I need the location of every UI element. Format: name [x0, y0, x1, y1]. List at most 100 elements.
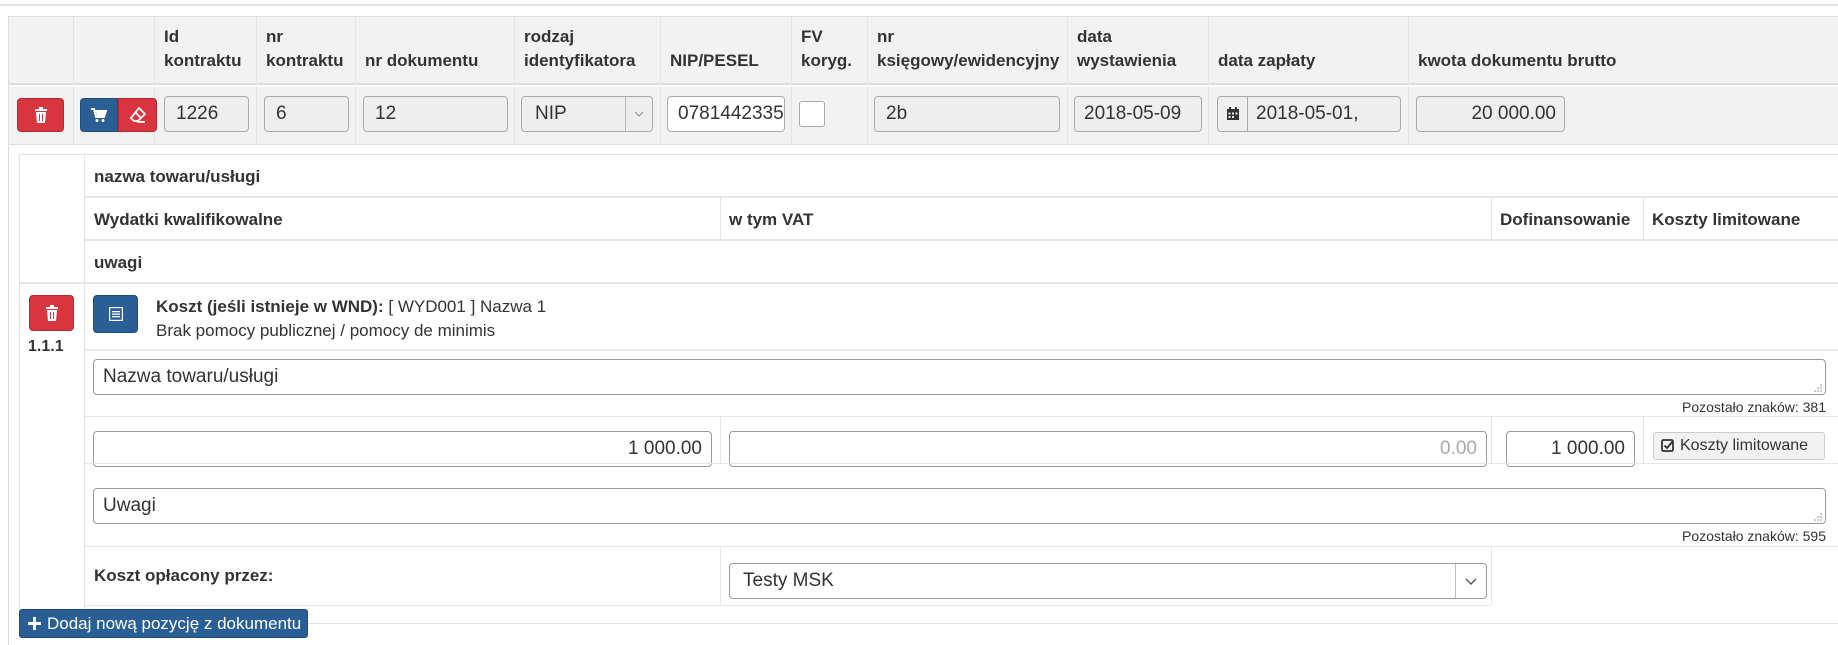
- rodzaj-identyfikatora-select[interactable]: NIP: [521, 96, 653, 132]
- divider: [84, 605, 1491, 606]
- subheader-uwagi: uwagi: [94, 253, 143, 272]
- divider: [84, 416, 1838, 417]
- divider: [1491, 198, 1492, 239]
- koszty-limitowane-label: Koszty limitowane: [1680, 437, 1809, 454]
- data-zaplaty-field[interactable]: 2018-05-01,: [1247, 96, 1401, 132]
- nr-kontraktu-field[interactable]: 6: [264, 96, 349, 132]
- row-cell-data-wyst: 2018-05-09: [1068, 87, 1209, 145]
- header-actions-1: [9, 17, 74, 85]
- check-square-icon: [1661, 439, 1674, 452]
- divider: [84, 349, 1838, 351]
- trash-icon: [34, 107, 47, 123]
- subheader-dofinansowanie: Dofinansowanie: [1500, 210, 1631, 229]
- header-kwota-brutto: kwota dokumentu brutto: [1418, 51, 1617, 70]
- fv-koryg-checkbox[interactable]: [799, 101, 825, 127]
- item-details-button[interactable]: [93, 295, 138, 333]
- id-kontraktu-field[interactable]: 1226: [164, 96, 249, 132]
- divider: [720, 198, 721, 239]
- cart-button[interactable]: [80, 98, 118, 132]
- wydatki-kwalifikowalne-field[interactable]: 1 000.00: [93, 431, 712, 467]
- koszt-oplacony-label: Koszt opłacony przez:: [94, 566, 274, 585]
- divider: [84, 155, 85, 623]
- chevron-down-icon: [1455, 564, 1486, 598]
- subheader-wydatki: Wydatki kwalifikowalne: [94, 210, 283, 229]
- dofinansowanie-field[interactable]: 1 000.00: [1506, 431, 1635, 467]
- row-cell-rodzaj: NIP: [515, 87, 661, 145]
- header-data-zaplaty: data zapłaty: [1209, 17, 1409, 85]
- clear-button[interactable]: [118, 98, 157, 132]
- divider: [20, 282, 1838, 284]
- divider: [84, 546, 1838, 547]
- add-item-label: Dodaj nową pozycję z dokumentu: [47, 613, 302, 633]
- row-cell-nr-dokumentu: 12: [356, 87, 515, 145]
- row-cell-nip: 0781442335: [661, 87, 792, 145]
- koszt-label: Koszt (jeśli istnieje w WND):: [156, 297, 384, 316]
- subheader-vat: w tym VAT: [729, 210, 814, 229]
- divider: [1643, 417, 1644, 463]
- nazwa-placeholder: Nazwa towaru/usługi: [103, 366, 279, 387]
- row-cell-delete: [9, 87, 74, 145]
- divider: [84, 239, 1838, 241]
- document-row: 1226 6 12 NIP 0781442335 2b 2018-05-09 2…: [9, 87, 1838, 145]
- top-strip: [0, 0, 1838, 6]
- add-item-button[interactable]: Dodaj nową pozycję z dokumentu: [19, 609, 308, 638]
- divider: [1491, 417, 1492, 463]
- divider: [720, 417, 721, 463]
- koszty-limitowane-button[interactable]: Koszty limitowane: [1653, 432, 1825, 460]
- header-nr-dokumentu: nr dokumentu: [356, 17, 515, 85]
- row-cell-nr-kontraktu: 6: [257, 87, 356, 145]
- header-id-kontraktu: Id kontraktu: [155, 17, 257, 85]
- item-number: 1.1.1: [28, 338, 64, 355]
- koszt-oplacony-select[interactable]: Testy MSK: [729, 563, 1487, 599]
- data-wystawienia-field[interactable]: 2018-05-09: [1074, 96, 1202, 132]
- rodzaj-value: NIP: [535, 103, 567, 124]
- table-header: Id kontraktu nr kontraktu nr dokumentu r…: [9, 17, 1838, 85]
- resize-handle-icon[interactable]: [1812, 511, 1822, 521]
- kwota-brutto-field[interactable]: 20 000.00: [1416, 96, 1565, 132]
- uwagi-textarea[interactable]: Uwagi: [93, 488, 1826, 524]
- uwagi-placeholder: Uwagi: [103, 495, 156, 516]
- koszt-value: [ WYD001 ] Nazwa 1: [388, 297, 547, 316]
- header-data-wystawienia: data wystawienia: [1068, 17, 1209, 85]
- trash-icon: [45, 305, 58, 321]
- row-cell-fv: [792, 87, 868, 145]
- cart-icon: [91, 107, 107, 122]
- header-fv-koryg: FV koryg.: [792, 17, 868, 85]
- calendar-button[interactable]: [1217, 96, 1248, 132]
- header-actions-2: [74, 17, 155, 85]
- eraser-icon: [129, 107, 146, 123]
- plus-icon: [28, 617, 41, 630]
- koszt-oplacony-value: Testy MSK: [743, 570, 834, 591]
- row-cell-kwota: 20 000.00: [1409, 87, 1838, 145]
- list-icon: [108, 307, 123, 321]
- nip-pesel-field[interactable]: 0781442335: [667, 96, 785, 132]
- row-cell-ksiegowy: 2b: [868, 87, 1068, 145]
- uwagi-remaining-chars: Pozostało znaków: 595: [1682, 528, 1826, 544]
- pomoc-info: Brak pomocy publicznej / pomocy de minim…: [156, 321, 496, 340]
- chevron-down-icon: [625, 97, 652, 131]
- header-rodzaj-identyfikatora: rodzaj identyfikatora: [515, 17, 661, 85]
- resize-handle-icon[interactable]: [1812, 382, 1822, 392]
- row-cell-id: 1226: [155, 87, 257, 145]
- koszt-info: Koszt (jeśli istnieje w WND): [ WYD001 ]…: [156, 297, 546, 317]
- header-nr-kontraktu: nr kontraktu: [257, 17, 356, 85]
- nr-ksiegowy-field[interactable]: 2b: [874, 96, 1060, 132]
- divider: [1491, 547, 1492, 605]
- delete-item-button[interactable]: [29, 295, 74, 331]
- delete-document-button[interactable]: [17, 98, 64, 132]
- divider: [720, 547, 721, 605]
- divider: [84, 463, 1838, 464]
- calendar-icon: [1226, 107, 1239, 120]
- vat-field[interactable]: 0.00: [729, 431, 1487, 467]
- row-cell-data-zapl: 2018-05-01,: [1209, 87, 1409, 145]
- nr-dokumentu-field[interactable]: 12: [363, 96, 508, 132]
- nazwa-remaining-chars: Pozostało znaków: 381: [1682, 399, 1826, 415]
- header-nr-ksiegowy: nr księgowy/ewidencyjny: [868, 17, 1068, 85]
- document-items-panel: nazwa towaru/usługi Wydatki kwalifikowal…: [19, 154, 1838, 624]
- subheader-nazwa: nazwa towaru/usługi: [94, 167, 261, 186]
- row-cell-actions: [74, 87, 157, 145]
- nazwa-towaru-textarea[interactable]: Nazwa towaru/usługi: [93, 359, 1826, 395]
- header-nip-pesel: NIP/PESEL: [661, 17, 792, 85]
- divider: [84, 196, 1838, 198]
- subheader-koszty-limitowane: Koszty limitowane: [1652, 210, 1801, 229]
